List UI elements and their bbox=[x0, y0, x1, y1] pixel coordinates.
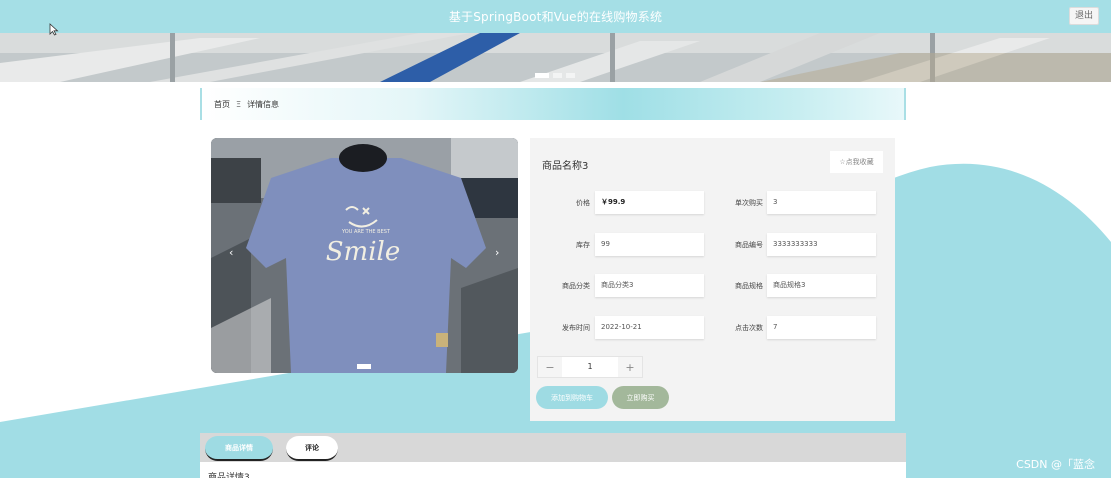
logout-button[interactable]: 退出 bbox=[1069, 7, 1099, 25]
publish-time-value: 2022-10-21 bbox=[595, 316, 704, 339]
product-name: 商品名称3 bbox=[542, 161, 589, 172]
tab-comments[interactable]: 评论 bbox=[286, 436, 338, 461]
breadcrumb-current: 详情信息 bbox=[247, 99, 280, 109]
decrease-button[interactable]: − bbox=[538, 357, 562, 377]
shirt-small-text: YOU ARE THE BEST bbox=[341, 229, 391, 235]
per-purchase-label: 单次购买 bbox=[735, 199, 763, 207]
breadcrumb-separator: Ξ bbox=[236, 99, 242, 109]
carousel-dot[interactable] bbox=[553, 73, 562, 78]
per-purchase-value: 3 bbox=[767, 191, 876, 214]
breadcrumb: 首页 Ξ 详情信息 bbox=[200, 88, 906, 120]
carousel-dot[interactable] bbox=[535, 73, 549, 78]
clicks-value: 7 bbox=[767, 316, 876, 339]
quantity-input[interactable]: 1 bbox=[562, 357, 618, 377]
shirt-large-text: Smile bbox=[326, 237, 400, 267]
quantity-stepper: − 1 + bbox=[537, 356, 643, 378]
increase-button[interactable]: + bbox=[618, 357, 642, 377]
site-title: 基于SpringBoot和Vue的在线购物系统 bbox=[448, 10, 663, 24]
chevron-right-icon[interactable]: › bbox=[495, 246, 499, 259]
spec-label: 商品规格 bbox=[735, 282, 763, 290]
image-carousel-dot[interactable] bbox=[357, 364, 371, 369]
chevron-left-icon[interactable]: ‹ bbox=[229, 246, 233, 259]
tab-content: 商品详情3 bbox=[200, 462, 906, 478]
stock-label: 库存 bbox=[576, 241, 590, 249]
detail-tabs: 商品详情 评论 bbox=[200, 433, 906, 462]
code-label: 商品编号 bbox=[735, 241, 763, 249]
cursor-icon bbox=[49, 23, 59, 36]
code-value: 3333333333 bbox=[767, 233, 876, 256]
favorite-button[interactable]: ☆点我收藏 bbox=[830, 151, 883, 173]
breadcrumb-home[interactable]: 首页 bbox=[214, 99, 230, 110]
product-photo: YOU ARE THE BEST Smile bbox=[211, 138, 518, 373]
price-value: ￥99.9 bbox=[595, 191, 704, 214]
product-image-carousel[interactable]: YOU ARE THE BEST Smile ‹ › bbox=[211, 138, 518, 373]
buy-now-button[interactable]: 立即购买 bbox=[612, 386, 669, 409]
carousel-indicators bbox=[535, 73, 575, 78]
product-info-panel: 商品名称3 ☆点我收藏 价格 ￥99.9 单次购买 3 库存 99 商品编号 3… bbox=[530, 138, 895, 421]
publish-time-label: 发布时间 bbox=[562, 324, 590, 332]
category-label: 商品分类 bbox=[562, 282, 590, 290]
spec-value: 商品规格3 bbox=[767, 274, 876, 297]
top-header: 基于SpringBoot和Vue的在线购物系统 退出 bbox=[0, 0, 1111, 33]
carousel-dot[interactable] bbox=[566, 73, 575, 78]
category-value: 商品分类3 bbox=[595, 274, 704, 297]
price-label: 价格 bbox=[576, 199, 590, 207]
stock-value: 99 bbox=[595, 233, 704, 256]
banner-carousel[interactable] bbox=[0, 33, 1111, 82]
watermark: CSDN @「蓝念 bbox=[1016, 458, 1095, 471]
add-to-cart-button[interactable]: 添加到购物车 bbox=[536, 386, 608, 409]
tab-product-detail[interactable]: 商品详情 bbox=[205, 436, 273, 461]
clicks-label: 点击次数 bbox=[735, 324, 763, 332]
